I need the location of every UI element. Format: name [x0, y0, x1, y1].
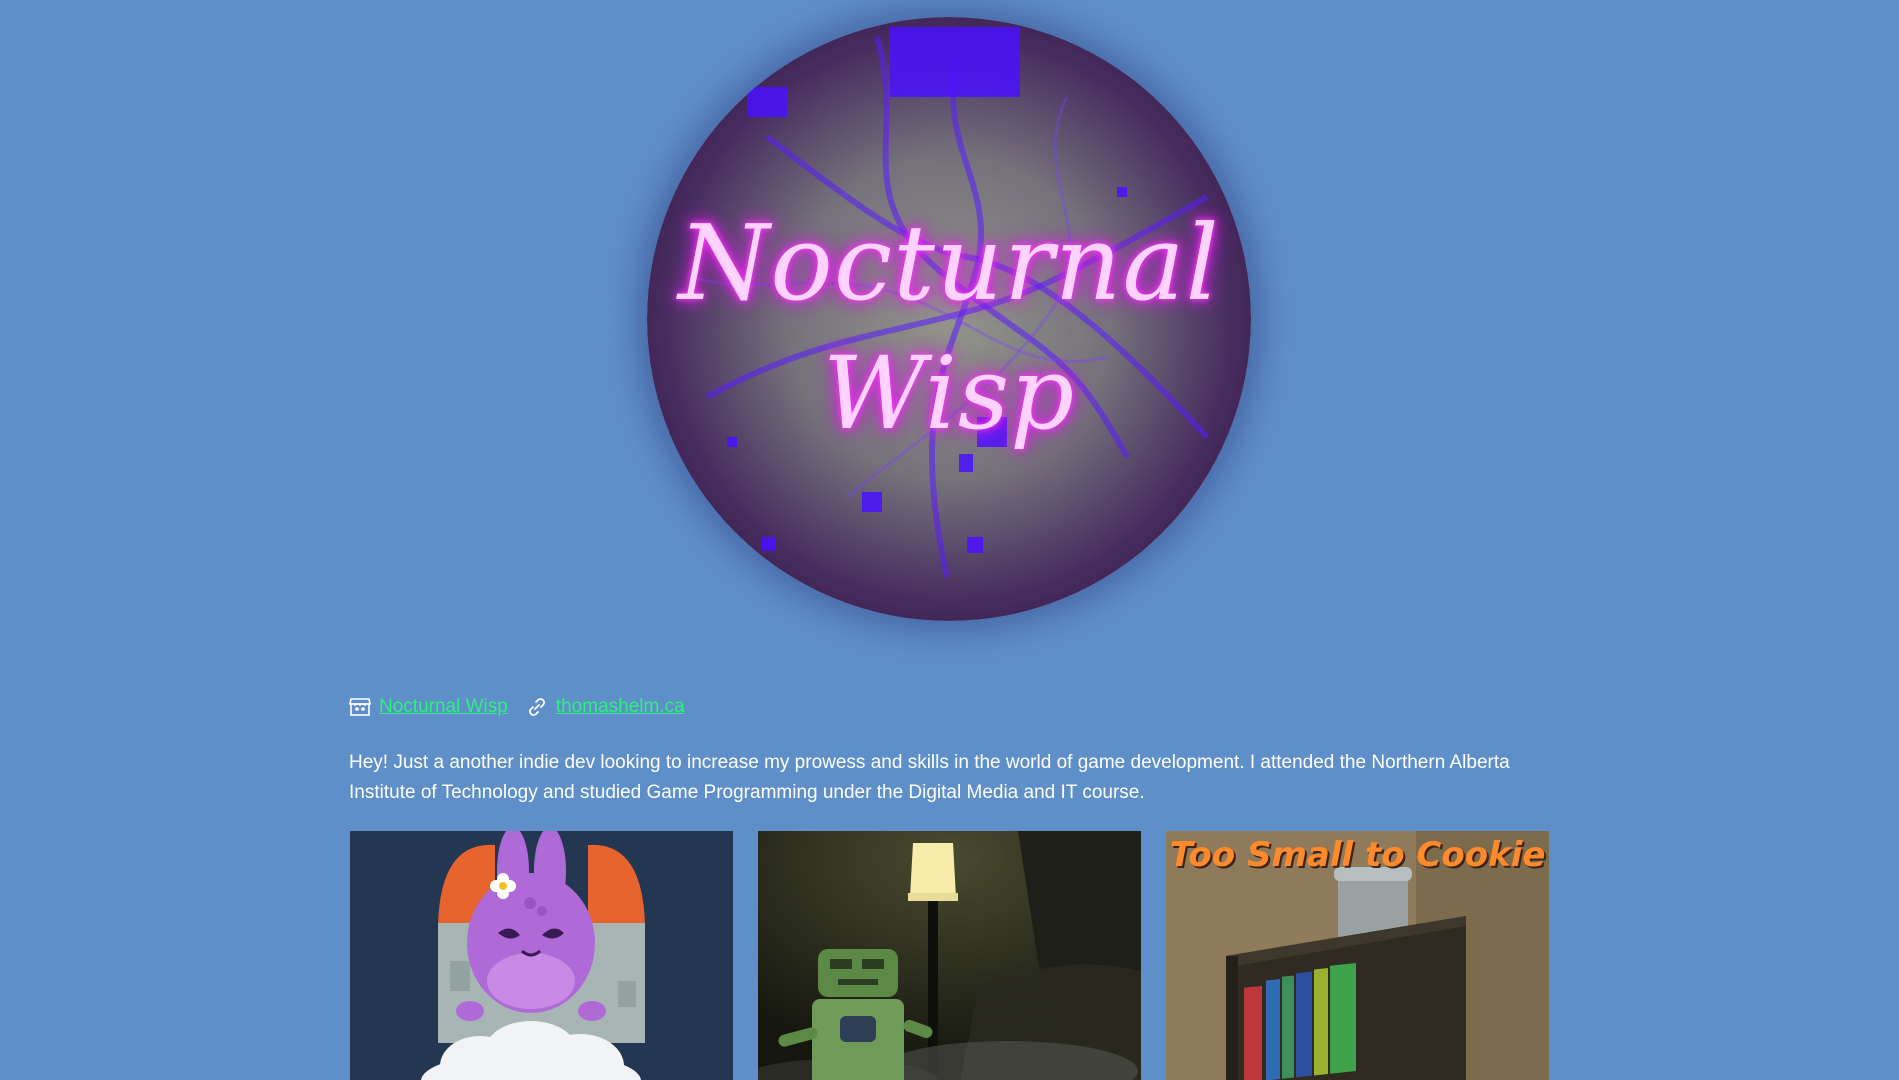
logo-title-line1: Nocturnal: [678, 202, 1220, 324]
game-thumbnail-1: [350, 831, 733, 1080]
logo-title-line2: Wisp: [822, 335, 1076, 452]
game-card-2[interactable]: [758, 831, 1141, 1080]
website-link[interactable]: thomashelm.ca: [556, 696, 685, 718]
link-icon: [526, 696, 548, 718]
profile-page: Nocturnal Wisp Nocturnal Wisp thomashelm…: [0, 0, 1899, 1080]
profile-banner-logo: Nocturnal Wisp: [647, 17, 1251, 621]
game-card-3[interactable]: Too Small to Cookie: [1166, 831, 1549, 1080]
itch-store-icon: [349, 696, 371, 718]
profile-bio: Hey! Just a another indie dev looking to…: [349, 752, 1510, 803]
studio-link[interactable]: Nocturnal Wisp: [379, 696, 508, 718]
game-card-1[interactable]: [350, 831, 733, 1080]
game-thumbnail-2: [758, 831, 1141, 1080]
profile-links: Nocturnal Wisp thomashelm.ca: [349, 693, 685, 721]
game-3-title-art: Too Small to Cookie: [1169, 835, 1546, 875]
